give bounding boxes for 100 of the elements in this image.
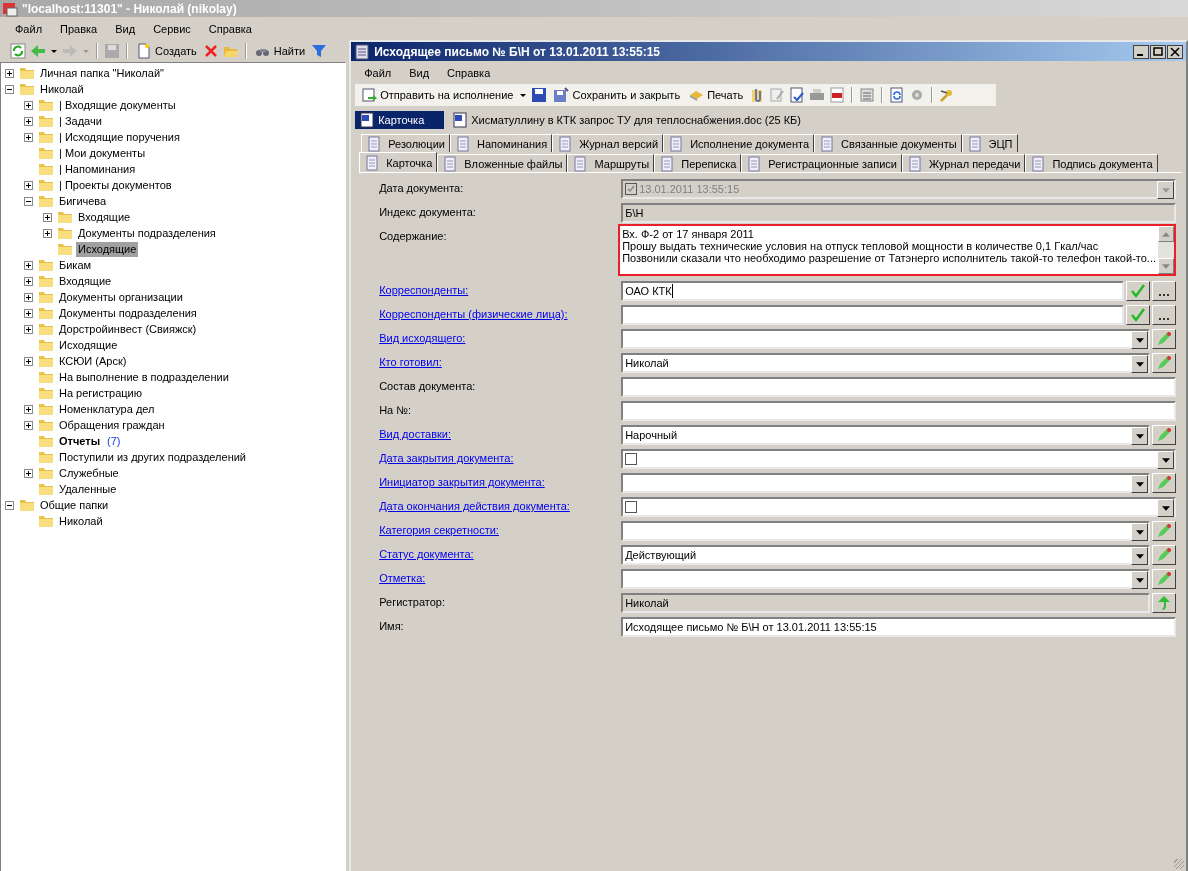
- tree-item[interactable]: Николай: [38, 81, 86, 97]
- expander[interactable]: [24, 196, 33, 206]
- expander[interactable]: [24, 100, 33, 110]
- field-link[interactable]: Корреспонденты:: [379, 281, 622, 296]
- expander[interactable]: [43, 228, 52, 238]
- tab[interactable]: Карточка: [359, 152, 438, 172]
- dropdown-arrow-icon[interactable]: [1135, 361, 1144, 367]
- dropdown-arrow-icon[interactable]: [1135, 529, 1144, 535]
- document-icon[interactable]: [359, 112, 376, 128]
- save-icon[interactable]: [553, 87, 570, 103]
- printer-icon[interactable]: [809, 87, 826, 103]
- tree-item[interactable]: Документы подразделения: [76, 225, 218, 241]
- tree-item[interactable]: Документы организации: [57, 289, 185, 305]
- field-link[interactable]: Категория секретности:: [379, 521, 622, 536]
- tree-item[interactable]: Бикам: [57, 257, 94, 273]
- dropdown-arrow-icon[interactable]: [1161, 505, 1170, 511]
- expander[interactable]: [5, 500, 14, 510]
- menu-item[interactable]: Файл: [355, 64, 401, 81]
- dropdown-field[interactable]: Нарочный: [621, 425, 1150, 445]
- send-for-execution-button[interactable]: Отправить на исполнение: [359, 85, 516, 105]
- new-document-icon[interactable]: [136, 43, 152, 59]
- maximize-icon[interactable]: [1150, 44, 1166, 59]
- dropdown-field[interactable]: Действующий: [621, 545, 1150, 565]
- field-link[interactable]: Вид доставки:: [379, 425, 622, 440]
- tree-item[interactable]: Входящие: [76, 209, 133, 225]
- expander[interactable]: [5, 68, 14, 78]
- expander[interactable]: [24, 276, 33, 286]
- tree-item[interactable]: Номенклатура дел: [57, 401, 157, 417]
- dropdown-field[interactable]: [621, 521, 1150, 541]
- tab[interactable]: Переписка: [654, 154, 742, 172]
- dropdown-arrow-icon[interactable]: [1135, 481, 1144, 487]
- tree-item[interactable]: Дорстройинвест (Свияжск): [57, 321, 199, 337]
- tree-item[interactable]: | Мои документы: [57, 145, 148, 161]
- tree-item[interactable]: Входящие: [57, 273, 114, 289]
- tab[interactable]: Подпись документа: [1025, 154, 1158, 172]
- tab[interactable]: Напоминания: [449, 134, 553, 152]
- send-document-icon[interactable]: [361, 87, 378, 103]
- tree-item[interactable]: На регистрацию: [57, 385, 144, 401]
- field-link[interactable]: Инициатор закрытия документа:: [379, 473, 622, 488]
- document-check-icon[interactable]: [789, 87, 806, 103]
- content-text-area[interactable]: Вх. Ф-2 от 17 января 2011 Прошу выдать технические условия на отпуск тепловой мощности в количестве 0,1 Гкал/час Позвонили сказали что необходимо разрешение от Татэнерго исполнитель такой-то телефон такой-то...: [618, 224, 1176, 276]
- tab[interactable]: Маршруты: [567, 154, 655, 172]
- menu-item[interactable]: Справка: [438, 64, 500, 81]
- menu-item[interactable]: Сервис: [144, 20, 200, 37]
- tree-item[interactable]: Поступили из других подразделений: [57, 449, 248, 465]
- lookup-field[interactable]: [621, 305, 1124, 325]
- dropdown-arrow-icon[interactable]: [1135, 433, 1144, 439]
- expander[interactable]: [24, 132, 33, 142]
- expander[interactable]: [24, 180, 33, 190]
- field-link[interactable]: Статус документа:: [379, 545, 622, 560]
- menu-item[interactable]: Справка: [199, 20, 261, 37]
- tree-item[interactable]: Общие папки: [38, 497, 111, 513]
- minimize-icon[interactable]: [1133, 44, 1149, 59]
- resize-grip[interactable]: [1174, 859, 1184, 869]
- expander[interactable]: [24, 324, 33, 334]
- field-link[interactable]: Отметка:: [379, 569, 622, 584]
- tree-item[interactable]: Обращения граждан: [57, 417, 167, 433]
- expander[interactable]: [24, 468, 33, 478]
- tab[interactable]: Регистрационные записи: [741, 154, 902, 172]
- text-field[interactable]: [621, 401, 1176, 421]
- attachment-tab[interactable]: Хисматуллину в КТК запрос ТУ для теплоснабжения.doc (25 КБ): [448, 111, 805, 129]
- tree-item[interactable]: Николай: [57, 513, 105, 529]
- refresh-icon[interactable]: [10, 43, 26, 59]
- tree-item[interactable]: Документы подразделения: [57, 305, 199, 321]
- tree-item[interactable]: Служебные: [57, 465, 121, 481]
- field-link[interactable]: Корреспонденты (физические лица):: [379, 305, 622, 320]
- document-refresh-icon[interactable]: [889, 87, 906, 103]
- create-button[interactable]: Создать: [134, 41, 199, 61]
- menu-item[interactable]: Файл: [6, 20, 52, 37]
- tree-item[interactable]: КСЮИ (Арск): [57, 353, 129, 369]
- save-icon[interactable]: [531, 87, 548, 103]
- tab[interactable]: Резолюции: [361, 134, 450, 152]
- tree-item[interactable]: | Проекты документов: [57, 177, 174, 193]
- tree-item[interactable]: Исходящие: [57, 337, 120, 353]
- text-field[interactable]: [621, 377, 1176, 397]
- find-button[interactable]: Найти: [252, 41, 308, 61]
- field-link[interactable]: Кто готовил:: [379, 353, 622, 368]
- tree-item[interactable]: На выполнение в подразделении: [57, 369, 231, 385]
- expander[interactable]: [24, 308, 33, 318]
- checkbox[interactable]: [625, 453, 638, 465]
- expander[interactable]: [24, 260, 33, 270]
- tree-item[interactable]: | Напоминания: [57, 161, 138, 177]
- attachment-tab[interactable]: Карточка: [355, 111, 445, 129]
- expander[interactable]: [24, 292, 33, 302]
- tab[interactable]: Исполнение документа: [663, 134, 814, 152]
- dropdown-field[interactable]: [621, 569, 1150, 589]
- expander[interactable]: [24, 420, 33, 430]
- dropdown-field[interactable]: [621, 473, 1150, 493]
- checkbox[interactable]: [625, 501, 638, 513]
- expander[interactable]: [24, 356, 33, 366]
- menu-item[interactable]: Вид: [400, 64, 439, 81]
- field-link[interactable]: Вид исходящего:: [379, 329, 622, 344]
- dropdown-arrow-icon[interactable]: [1135, 337, 1144, 343]
- dropdown-field[interactable]: [621, 329, 1150, 349]
- tree-item[interactable]: Удаленные: [57, 481, 119, 497]
- delete-icon[interactable]: [202, 43, 219, 59]
- date-field[interactable]: [621, 449, 1176, 469]
- text-field[interactable]: Исходящее письмо № Б\Н от 13.01.2011 13:55:15: [621, 617, 1176, 637]
- print-button[interactable]: Печать: [686, 85, 746, 105]
- tab[interactable]: Журнал передачи: [901, 154, 1026, 172]
